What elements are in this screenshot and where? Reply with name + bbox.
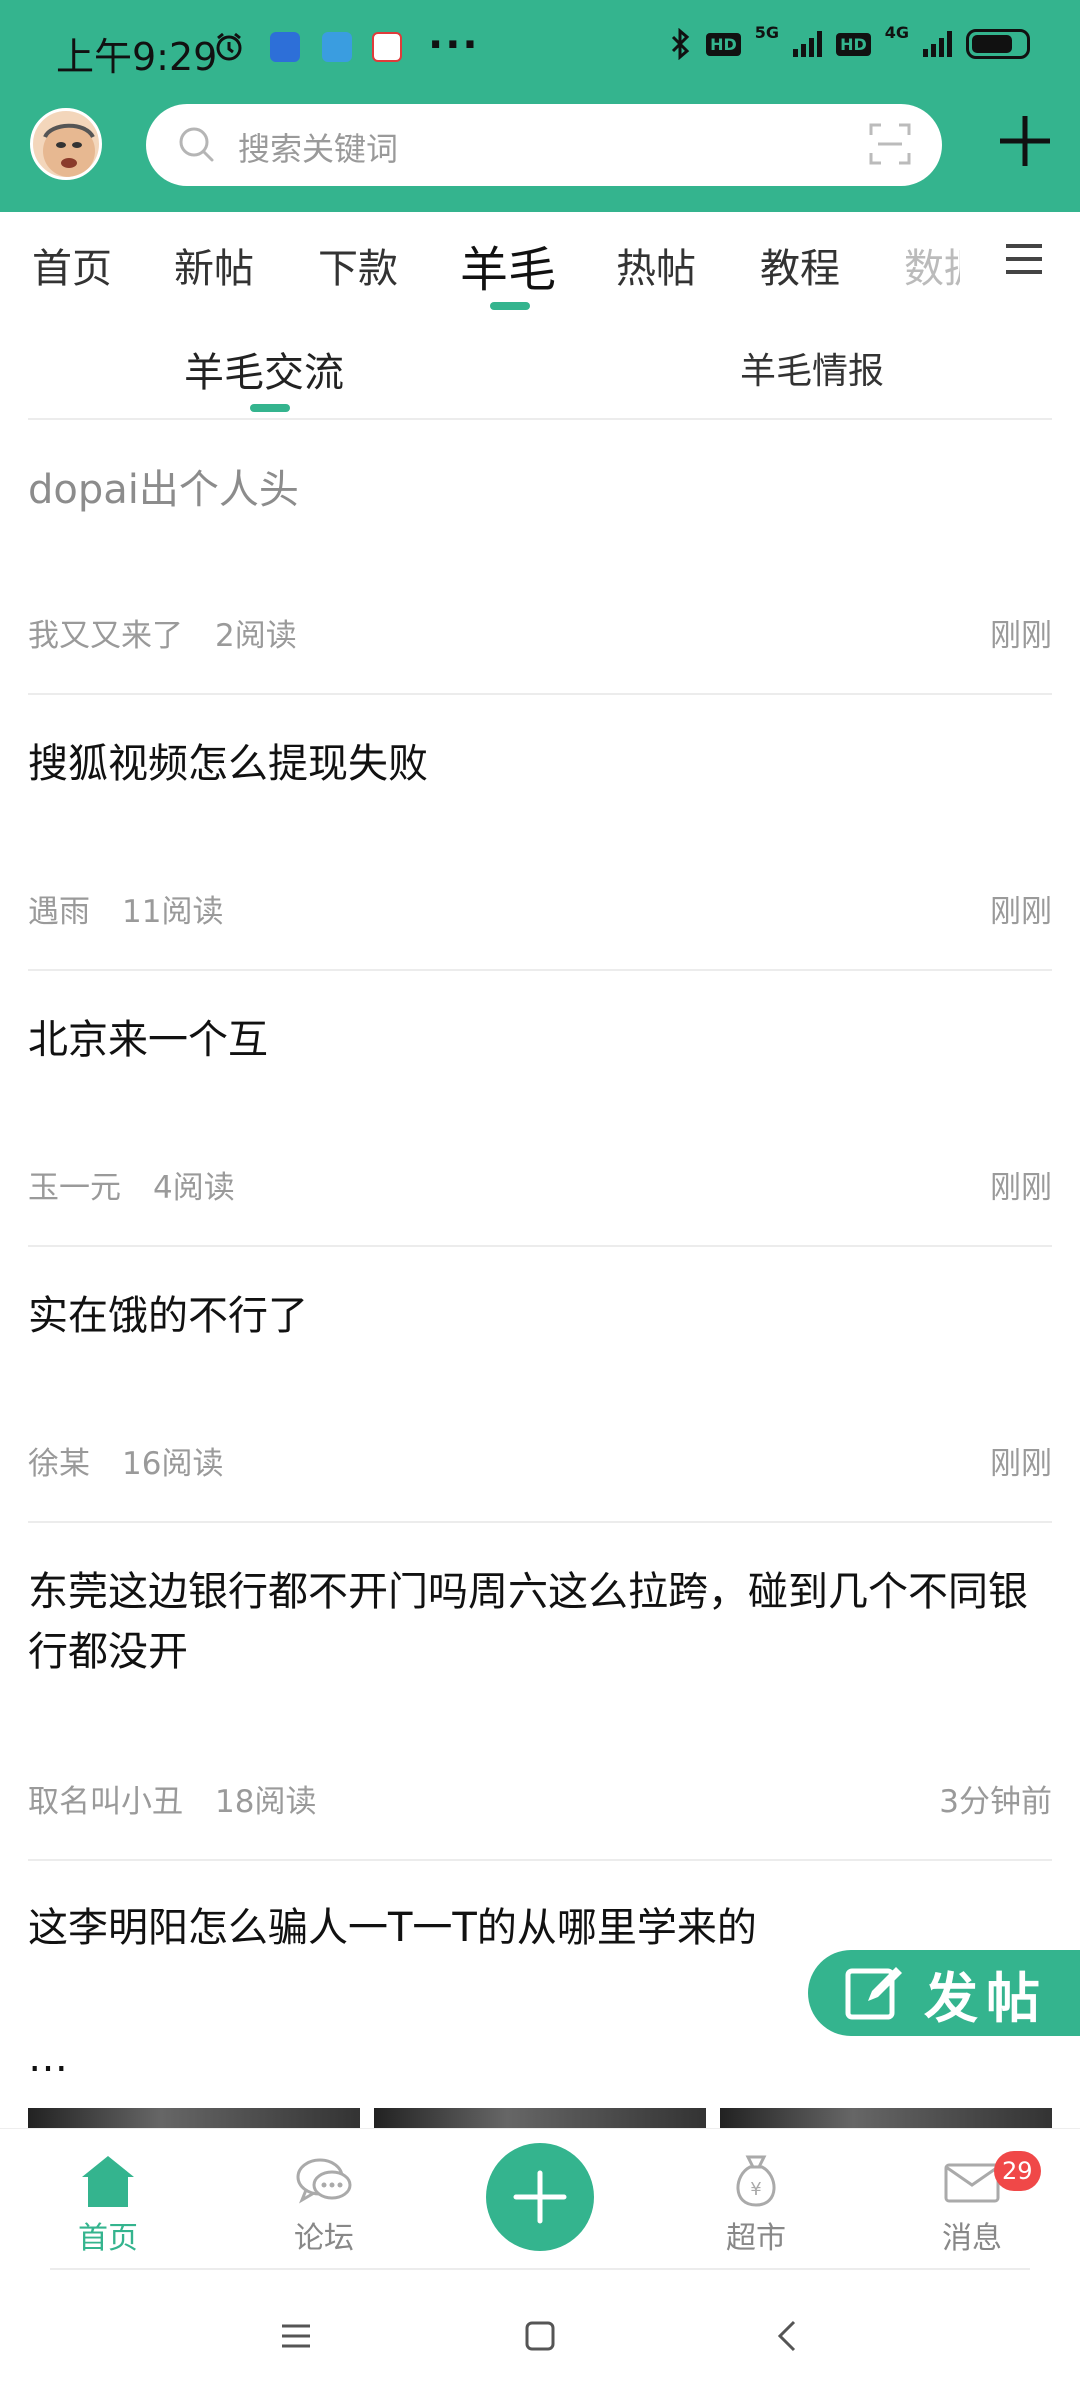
signal-icon — [923, 31, 952, 57]
thumbnail — [720, 2108, 1052, 2128]
avatar[interactable] — [30, 108, 102, 180]
divider — [28, 1859, 1052, 1861]
post-author: 取名叫小丑 — [28, 1784, 183, 1820]
status-indicators: HD 5G HD 4G — [670, 23, 1030, 60]
status-more: ··· — [428, 22, 480, 68]
network-type: 4G — [884, 22, 909, 42]
bluetooth-icon — [672, 28, 690, 60]
post-reads: 16阅读 — [122, 1446, 224, 1482]
tab-loans[interactable]: 下款 — [318, 236, 398, 294]
post-thumbnails — [28, 2108, 1052, 2128]
nav-market[interactable]: ¥ 超市 — [696, 2153, 816, 2257]
post-time: 刚刚 — [990, 894, 1052, 930]
subtab-wool-exchange[interactable]: 羊毛交流 — [184, 340, 344, 398]
active-subtab-indicator — [250, 404, 290, 412]
post-author: 玉一元 — [28, 1170, 121, 1206]
divider — [28, 969, 1052, 971]
alarm-icon — [216, 32, 242, 61]
tab-tutorials[interactable]: 教程 — [760, 236, 840, 294]
top-header: 搜索关键词 — [0, 100, 1080, 212]
nav-label: 首页 — [78, 2221, 138, 2256]
post-time: 刚刚 — [990, 618, 1052, 654]
network-type: 5G — [754, 22, 780, 42]
post-reads: 2阅读 — [215, 618, 297, 654]
category-tabs: 首页 新帖 下款 羊毛 热帖 教程 数据 — [0, 212, 1080, 312]
post-meta: 玉一元 4阅读 — [28, 1162, 235, 1207]
back-icon[interactable] — [768, 2316, 808, 2356]
post-title: 搜狐视频怎么提现失败 — [28, 741, 428, 787]
nav-label: 消息 — [942, 2221, 1002, 2256]
battery-icon — [966, 29, 1030, 59]
nav-messages[interactable]: 消息 29 — [912, 2151, 1041, 2257]
create-post-label: 发帖 — [924, 1965, 1048, 2030]
tab-hot-posts[interactable]: 热帖 — [616, 236, 696, 294]
tab-data[interactable]: 数据 — [904, 236, 960, 294]
menu-icon[interactable] — [1004, 242, 1044, 276]
status-bar: 上午9:29 ··· HD 5G HD 4G — [0, 0, 1080, 100]
create-post-button[interactable]: 发帖 — [808, 1950, 1080, 2036]
divider — [28, 418, 1052, 420]
app-notification-icon — [270, 32, 300, 62]
hd-badge: HD — [706, 32, 741, 56]
edit-icon — [845, 1967, 902, 2020]
post-excerpt: … — [28, 2035, 68, 2081]
svg-text:¥: ¥ — [750, 2179, 761, 2200]
post-author: 徐某 — [28, 1446, 90, 1482]
money-bag-icon: ¥ — [736, 2155, 776, 2207]
signal-icon — [793, 31, 823, 57]
divider — [28, 1521, 1052, 1523]
thumbnail — [374, 2108, 706, 2128]
plus-icon — [513, 2170, 567, 2224]
unread-badge: 29 — [994, 2151, 1041, 2191]
avatar-image — [43, 123, 95, 177]
post-title: 这李明阳怎么骗人一T一T的从哪里学来的 — [28, 1905, 757, 1951]
post-meta: 遇雨 11阅读 — [28, 886, 223, 931]
system-nav-bar — [0, 2270, 1080, 2400]
add-icon[interactable] — [996, 112, 1054, 170]
search-placeholder: 搜索关键词 — [238, 130, 399, 168]
scan-icon[interactable] — [868, 122, 912, 166]
sub-tabs: 羊毛交流 羊毛情报 — [0, 312, 1080, 418]
post-author: 我又又来了 — [28, 618, 183, 654]
app-notification-icon — [322, 32, 352, 62]
nav-label: 超市 — [726, 2221, 786, 2256]
tab-wool[interactable]: 羊毛 — [460, 230, 556, 300]
post-reads: 18阅读 — [215, 1784, 317, 1820]
recent-apps-icon[interactable] — [276, 2316, 316, 2356]
nav-create-button[interactable] — [486, 2143, 594, 2251]
post-title: dopai出个人头 — [28, 467, 299, 513]
post-meta: 徐某 16阅读 — [28, 1438, 223, 1483]
post-author: 遇雨 — [28, 894, 90, 930]
divider — [28, 693, 1052, 695]
post-time: 3分钟前 — [939, 1784, 1052, 1820]
tab-home[interactable]: 首页 — [32, 236, 112, 294]
nav-forum[interactable]: 论坛 — [264, 2153, 384, 2257]
search-bar[interactable]: 搜索关键词 — [146, 104, 942, 186]
post-title: 实在饿的不行了 — [28, 1293, 308, 1339]
post-title: 东莞这边银行都不开门吗周六这么拉跨，碰到几个不同银行都没开 — [28, 1569, 1028, 1675]
home-icon — [82, 2156, 134, 2207]
post-meta: 取名叫小丑 18阅读 — [28, 1776, 316, 1821]
home-button-icon[interactable] — [520, 2316, 560, 2356]
thumbnail — [28, 2108, 360, 2128]
tab-new-posts[interactable]: 新帖 — [174, 236, 254, 294]
nav-home[interactable]: 首页 — [48, 2153, 168, 2257]
hd-badge: HD — [836, 32, 871, 56]
active-tab-indicator — [490, 302, 530, 310]
chat-bubbles-icon — [296, 2158, 352, 2204]
bottom-nav: 首页 论坛 ¥ 超市 消息 29 — [0, 2128, 1080, 2268]
nav-label: 论坛 — [294, 2221, 354, 2256]
app-notification-icon — [372, 32, 402, 62]
post-time: 刚刚 — [990, 1170, 1052, 1206]
search-icon — [179, 127, 214, 162]
post-reads: 11阅读 — [122, 894, 224, 930]
post-meta: 我又又来了 2阅读 — [28, 610, 297, 655]
post-time: 刚刚 — [990, 1446, 1052, 1482]
divider — [28, 1245, 1052, 1247]
post-reads: 4阅读 — [153, 1170, 235, 1206]
status-time: 上午9:29 — [56, 35, 218, 79]
post-title: 北京来一个互 — [28, 1017, 268, 1063]
subtab-wool-news[interactable]: 羊毛情报 — [740, 342, 884, 394]
mail-icon — [944, 2163, 1000, 2203]
